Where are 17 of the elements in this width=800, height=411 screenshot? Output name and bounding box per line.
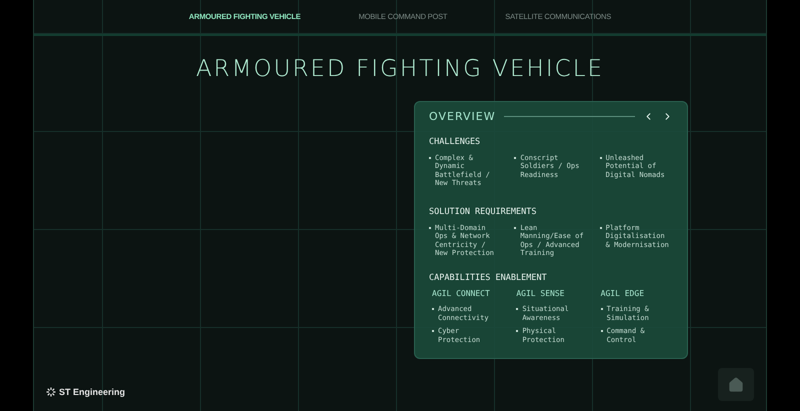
section-heading: CHALLENGES [429, 136, 482, 149]
home-icon [728, 376, 744, 392]
section-heading: SOLUTION REQUIREMENTS [429, 206, 538, 218]
bullet-icon [600, 156, 602, 159]
group-heading: AGIL SENSE [516, 288, 566, 300]
logo-icon [46, 387, 56, 398]
section-heading: CAPABILITIES ENABLEMENT [429, 272, 548, 284]
bullet-icon [514, 156, 516, 159]
bullet-icon [600, 330, 603, 332]
group-heading: AGIL CONNECT [432, 288, 491, 300]
brand-logo: ST Engineering [59, 386, 126, 399]
bullet-icon [600, 308, 603, 310]
bullet-icon [516, 308, 518, 310]
bullet-icon [516, 330, 518, 332]
page-title: ARMOURED FIGHTING VEHICLE [194, 55, 606, 84]
group-heading: AGIL EDGE [600, 288, 646, 300]
panel-title: OVERVIEW [429, 108, 496, 124]
